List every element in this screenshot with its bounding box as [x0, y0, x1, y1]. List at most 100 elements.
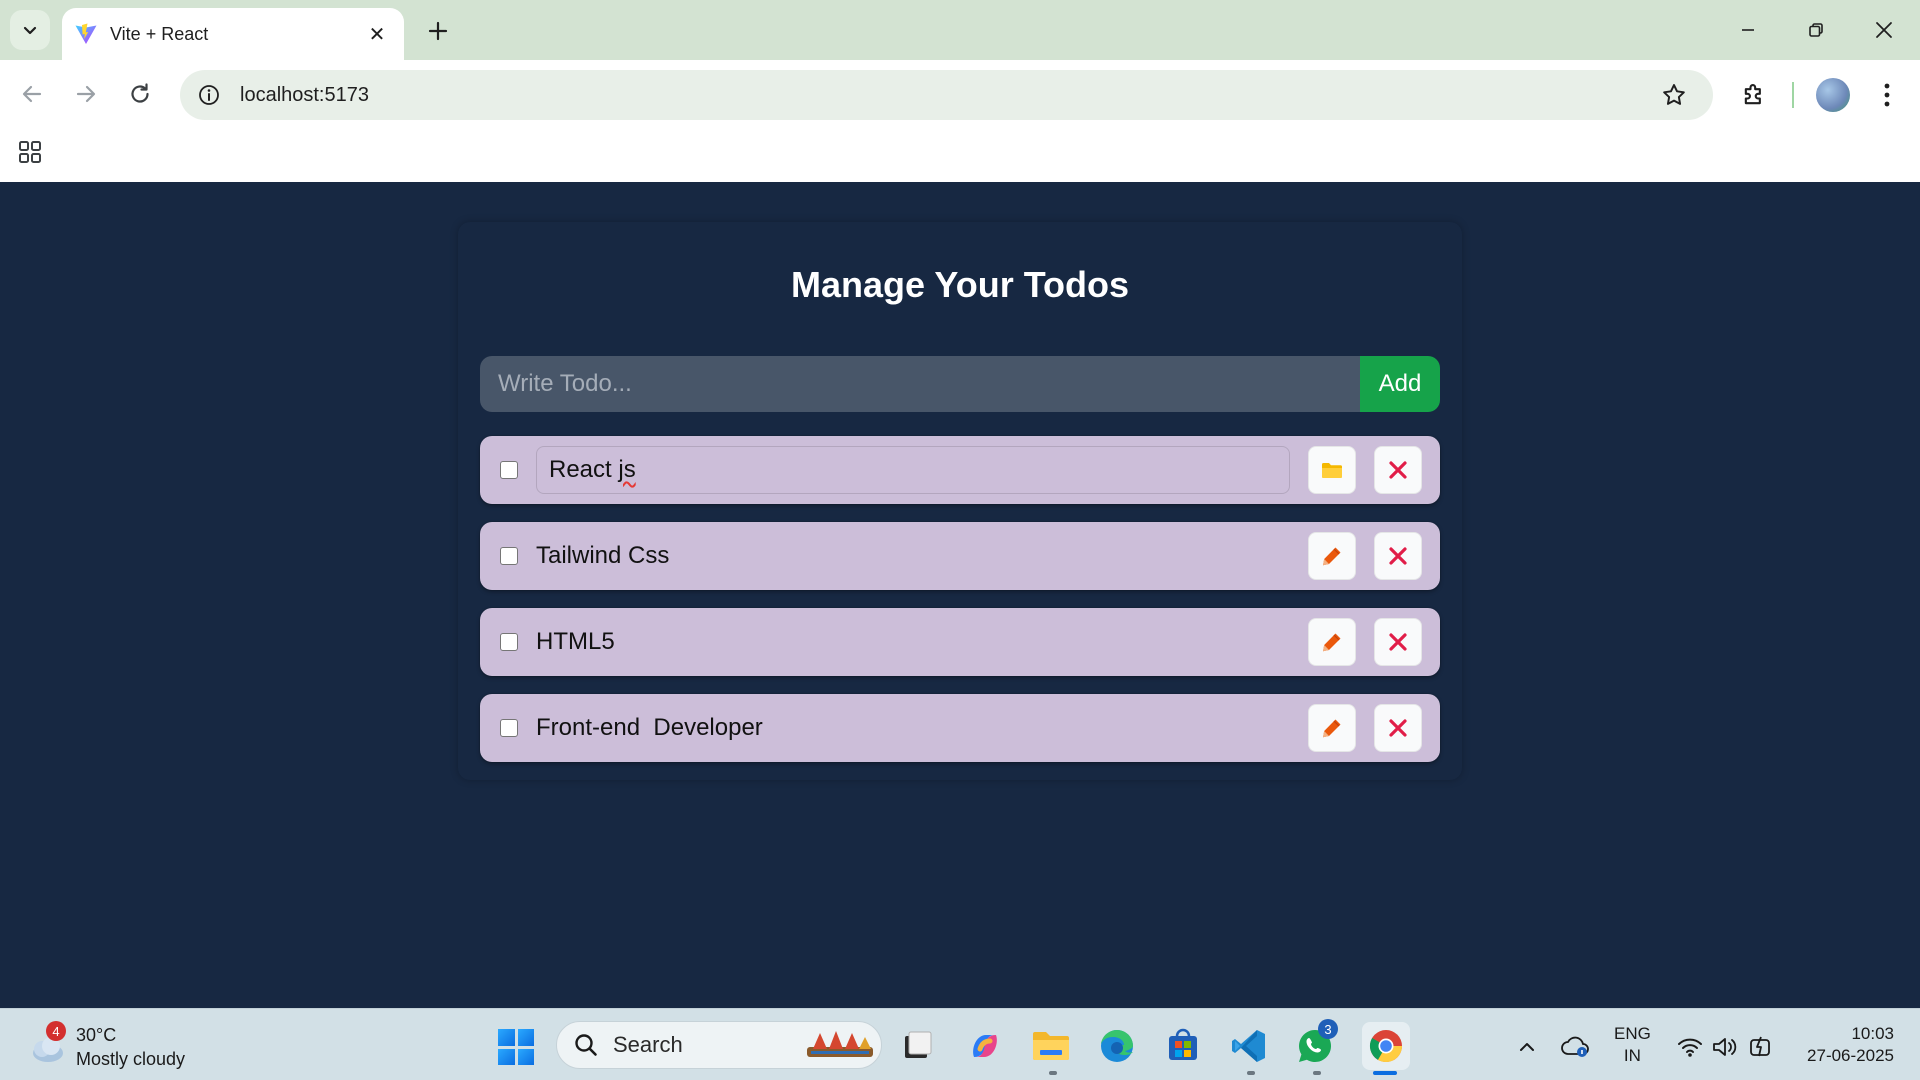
windows-start-icon[interactable] — [498, 1029, 534, 1065]
whatsapp-badge: 3 — [1318, 1019, 1338, 1039]
save-todo-button[interactable] — [1308, 446, 1356, 494]
running-indicator — [1313, 1071, 1321, 1075]
active-indicator — [1373, 1071, 1397, 1075]
temperature: 30°C — [76, 1025, 117, 1045]
url-text: localhost:5173 — [240, 83, 369, 106]
tab-search-button[interactable] — [10, 10, 50, 50]
microsoft-store-icon[interactable] — [1162, 1025, 1204, 1067]
search-highlight-icon — [807, 1031, 873, 1057]
whatsapp-icon[interactable]: 3 — [1294, 1019, 1338, 1067]
weather-badge: 4 — [46, 1021, 66, 1041]
profile-avatar[interactable] — [1816, 78, 1850, 112]
running-indicator — [1247, 1071, 1255, 1075]
taskbar-search[interactable]: Search — [556, 1021, 882, 1069]
time: 10:03 — [1851, 1024, 1894, 1043]
region-code: IN — [1623, 1046, 1641, 1065]
reload-icon — [131, 83, 149, 103]
delete-todo-button[interactable] — [1374, 618, 1422, 666]
task-view-icon[interactable] — [896, 1025, 938, 1067]
close-icon — [1389, 719, 1407, 737]
edge-icon[interactable] — [1096, 1025, 1138, 1067]
new-tab-button[interactable] — [420, 13, 456, 49]
clock[interactable]: 10:03 27-06-2025 — [1794, 1023, 1894, 1067]
todo-checkbox[interactable] — [500, 719, 518, 737]
date: 27-06-2025 — [1807, 1046, 1894, 1065]
copilot-icon[interactable] — [964, 1025, 1006, 1067]
running-indicator — [1049, 1071, 1057, 1075]
bookmark-star-icon[interactable] — [1657, 78, 1691, 112]
vscode-icon[interactable] — [1228, 1025, 1270, 1067]
edit-todo-button[interactable] — [1308, 618, 1356, 666]
battery-charging-icon[interactable] — [1744, 1027, 1776, 1067]
tab-title: Vite + React — [110, 23, 209, 44]
search-icon — [575, 1034, 597, 1056]
close-icon — [1876, 22, 1892, 38]
arrow-left-icon — [22, 85, 42, 103]
tab-strip: Vite + React ✕ — [0, 0, 1920, 60]
weather-condition: Mostly cloudy — [76, 1049, 186, 1069]
menu-button[interactable] — [1868, 76, 1906, 114]
close-icon — [1389, 461, 1407, 479]
todo-text: Tailwind Css — [536, 542, 670, 569]
chrome-icon[interactable] — [1362, 1022, 1410, 1070]
reload-button[interactable] — [120, 74, 160, 114]
volume-icon[interactable] — [1708, 1027, 1740, 1067]
window-close-button[interactable] — [1856, 8, 1912, 52]
tab-close-icon[interactable]: ✕ — [364, 21, 390, 47]
todo-item: Front-end Developer — [480, 694, 1440, 762]
pencil-icon — [1323, 719, 1341, 738]
delete-todo-button[interactable] — [1374, 704, 1422, 752]
todo-input[interactable] — [480, 356, 1360, 412]
vite-logo-icon — [72, 20, 100, 48]
todo-item: Tailwind Css — [480, 522, 1440, 590]
language-indicator[interactable]: ENG IN — [1614, 1023, 1651, 1067]
weather-widget[interactable]: 4 30°C Mostly cloudy — [24, 1021, 186, 1071]
back-button[interactable] — [12, 74, 52, 114]
toolbar-divider — [1792, 82, 1794, 108]
todo-text: Front-end Developer — [536, 714, 763, 741]
edit-todo-button[interactable] — [1308, 532, 1356, 580]
puzzle-icon — [1744, 84, 1761, 105]
site-info-icon[interactable] — [196, 82, 222, 108]
minimize-button[interactable] — [1720, 8, 1776, 52]
todo-text: HTML5 — [536, 628, 615, 655]
pencil-icon — [1323, 633, 1341, 652]
file-explorer-icon[interactable] — [1030, 1025, 1072, 1067]
wifi-icon[interactable] — [1674, 1027, 1706, 1067]
page-title: Manage Your Todos — [790, 264, 1130, 305]
arrow-right-icon — [76, 85, 96, 103]
todo-checkbox[interactable] — [500, 547, 518, 565]
delete-todo-button[interactable] — [1374, 446, 1422, 494]
onedrive-icon[interactable] — [1558, 1027, 1592, 1067]
add-todo-button[interactable]: Add — [1360, 356, 1440, 412]
extensions-button[interactable] — [1735, 76, 1773, 114]
todo-text-input[interactable]: React js — [536, 446, 1290, 494]
more-vert-icon — [1884, 83, 1890, 107]
todo-form: Add — [480, 356, 1440, 412]
todo-text: React — [549, 456, 619, 483]
restore-button[interactable] — [1788, 8, 1844, 52]
close-icon — [1389, 547, 1407, 565]
pencil-icon — [1323, 547, 1341, 566]
page-viewport: Manage Your Todos Add React js Tailwind … — [0, 182, 1920, 1008]
language-code: ENG — [1614, 1024, 1651, 1043]
folder-icon — [1322, 463, 1342, 478]
misspelled-word: js — [618, 456, 636, 483]
restore-icon — [1809, 23, 1823, 37]
todo-item: React js — [480, 436, 1440, 504]
search-label: Search — [613, 1032, 683, 1057]
todo-item: HTML5 — [480, 608, 1440, 676]
cloud-icon: 4 — [24, 1021, 68, 1069]
forward-button[interactable] — [66, 74, 106, 114]
todo-checkbox[interactable] — [500, 633, 518, 651]
address-bar[interactable]: localhost:5173 — [180, 70, 1713, 120]
edit-todo-button[interactable] — [1308, 704, 1356, 752]
chevron-down-icon — [23, 26, 37, 35]
plus-icon — [428, 21, 448, 41]
todo-checkbox[interactable] — [500, 461, 518, 479]
apps-grid-icon[interactable] — [14, 136, 46, 168]
delete-todo-button[interactable] — [1374, 532, 1422, 580]
taskbar: 4 30°C Mostly cloudy Search 3 ENG IN 10:… — [0, 1008, 1920, 1080]
show-hidden-icons-chevron-up-icon[interactable] — [1512, 1027, 1542, 1067]
browser-tab[interactable]: Vite + React ✕ — [62, 8, 404, 60]
